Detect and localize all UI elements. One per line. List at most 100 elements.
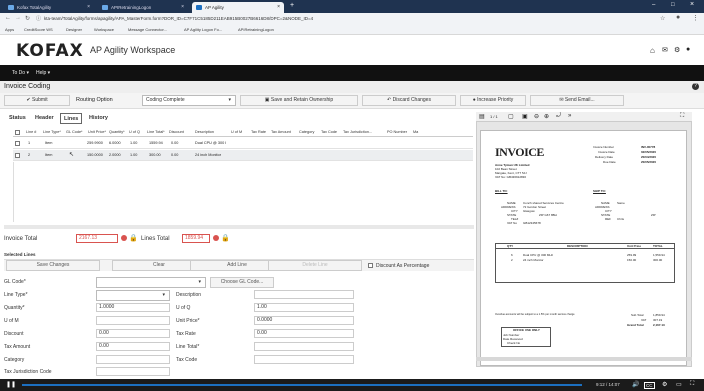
bookmark-item[interactable]: APIRetrainingLogon — [238, 27, 274, 32]
bookmark-item[interactable]: Message Connector... — [128, 27, 167, 32]
new-tab-button[interactable]: + — [290, 2, 294, 9]
description-field[interactable] — [254, 290, 354, 299]
maximize-icon[interactable]: □ — [671, 2, 675, 8]
gl-code-dropdown[interactable]: ▾ — [96, 277, 206, 288]
table-row[interactable]: 1 Item 259.9900 6.0000 1.00 1559.94 0.00… — [13, 138, 473, 149]
column-header[interactable]: Line # — [26, 130, 36, 134]
forward-icon[interactable]: → — [15, 15, 21, 21]
column-header[interactable]: U of Q — [129, 130, 140, 134]
close-icon[interactable]: × — [87, 4, 90, 10]
save-icon[interactable]: ▣ — [522, 113, 528, 120]
table-row[interactable]: 2 Item ↖ 150.0000 2.0000 1.00 300.00 0.0… — [13, 150, 473, 161]
close-icon[interactable]: × — [277, 4, 280, 10]
bookmark-item[interactable]: Designer — [66, 27, 82, 32]
select-all-checkbox[interactable] — [15, 130, 20, 135]
back-icon[interactable]: ← — [5, 15, 11, 21]
increase-priority-button[interactable]: ● Increase Priority — [460, 95, 526, 106]
browser-tab[interactable]: APIRetrainingLogon × — [98, 2, 188, 13]
horizontal-scrollbar[interactable] — [4, 225, 474, 229]
lock-icon: 🔒 — [129, 235, 138, 242]
inbox-icon[interactable]: ✉ — [662, 46, 668, 54]
menu-help[interactable]: Help ▾ — [36, 70, 50, 76]
column-header[interactable]: GL Code* — [66, 130, 83, 134]
choose-gl-code-button[interactable]: Choose GL Code... — [210, 277, 274, 288]
tab-status[interactable]: Status — [6, 113, 29, 124]
line-total-field[interactable] — [254, 342, 354, 351]
home-icon[interactable]: ⌂ — [650, 46, 655, 55]
column-header[interactable]: U of M — [231, 130, 242, 134]
tax-jurisdiction-field[interactable] — [96, 367, 170, 376]
star-icon[interactable]: ☆ — [660, 15, 665, 22]
fit-page-icon[interactable]: ▢ — [508, 113, 514, 120]
pause-icon[interactable]: ❚❚ — [6, 381, 16, 388]
unit-price-field[interactable]: 0.0000 — [254, 316, 354, 325]
row-checkbox[interactable] — [15, 141, 20, 146]
browser-tab[interactable]: Kofax TotalAgility × — [4, 2, 94, 13]
column-header[interactable]: Line Total* — [147, 130, 165, 134]
column-header[interactable]: Ma — [413, 130, 418, 134]
bookmark-apps[interactable]: Apps — [5, 27, 14, 32]
captions-button[interactable]: CC — [644, 382, 655, 389]
uofq-field[interactable]: 1.00 — [254, 303, 354, 312]
rotate-icon[interactable]: ⤾ — [556, 113, 561, 120]
discount-percentage-checkbox[interactable] — [368, 263, 373, 268]
column-header[interactable]: Discount — [169, 130, 184, 134]
submit-button[interactable]: ✔ Submit — [4, 95, 70, 106]
bookmark-item[interactable]: CreditScore WS — [24, 27, 53, 32]
uofm-field[interactable] — [96, 316, 170, 325]
discard-changes-button[interactable]: ↶ Discard Changes — [362, 95, 456, 106]
volume-icon[interactable]: 🔊 — [632, 381, 639, 388]
expand-icon[interactable]: ⛶ — [680, 113, 684, 120]
column-header[interactable]: Tax Rate — [251, 130, 266, 134]
discount-field[interactable]: 0.00 — [96, 329, 170, 338]
routing-option-dropdown[interactable]: Coding Complete ▾ — [142, 95, 236, 106]
invoice-total-field[interactable]: 2167.13 — [76, 234, 118, 243]
tab-lines[interactable]: Lines — [60, 113, 83, 124]
column-header[interactable]: Category — [299, 130, 314, 134]
viewer-scrollbar[interactable] — [476, 357, 692, 361]
lines-total-field[interactable]: 1859.94 — [182, 234, 210, 243]
column-header[interactable]: Tax Amount — [271, 130, 291, 134]
reload-icon[interactable]: ↻ — [25, 15, 30, 22]
row-checkbox[interactable] — [15, 153, 20, 158]
user-icon[interactable]: ● — [686, 46, 690, 53]
url-field[interactable]: kta-team/TotalAgility/forms/apagility/AP… — [44, 16, 313, 21]
zoom-in-icon[interactable]: ⊕ — [544, 113, 549, 120]
tax-rate-field[interactable]: 0.00 — [254, 329, 354, 338]
minimize-icon[interactable]: – — [652, 2, 655, 8]
fullscreen-icon[interactable]: ⛶ — [690, 381, 694, 388]
category-field[interactable] — [96, 355, 170, 364]
thumbnails-icon[interactable]: ▤ — [479, 113, 485, 120]
tax-code-field[interactable] — [254, 355, 354, 364]
close-window-icon[interactable]: × — [690, 1, 694, 8]
browser-tab-active[interactable]: AP Agility × — [192, 2, 284, 13]
column-header[interactable]: Line Type* — [43, 130, 61, 134]
bookmark-item[interactable]: Workspace — [94, 27, 114, 32]
bookmark-item[interactable]: AP Agility Logon Fo... — [184, 27, 222, 32]
tab-header[interactable]: Header — [32, 113, 57, 124]
menu-todo[interactable]: To Do ▾ — [12, 70, 29, 76]
tax-amount-field[interactable]: 0.00 — [96, 342, 170, 351]
settings-icon[interactable]: ⚙ — [662, 381, 667, 388]
column-header[interactable]: Unit Price* — [88, 130, 106, 134]
quantity-field[interactable]: 1.0000 — [96, 303, 170, 312]
save-changes-button[interactable]: Save Changes — [6, 260, 100, 271]
line-type-dropdown[interactable]: ▾ — [96, 290, 170, 301]
send-email-button[interactable]: ✉ Send Email... — [530, 95, 624, 106]
zoom-out-icon[interactable]: ⊖ — [534, 113, 539, 120]
column-header[interactable]: Tax Jurisdiction... — [343, 130, 372, 134]
delete-line-button[interactable]: Delete Line — [268, 260, 362, 271]
column-header[interactable]: Tax Code — [321, 130, 337, 134]
save-retain-button[interactable]: ▣ Save and Retain Ownership — [240, 95, 358, 106]
profile-icon[interactable]: ● — [676, 14, 680, 21]
browser-menu-icon[interactable]: ⋮ — [692, 14, 699, 22]
pip-icon[interactable]: ▭ — [676, 381, 682, 388]
more-icon[interactable]: » — [568, 113, 571, 119]
settings-icon[interactable]: ⚙ — [674, 46, 680, 54]
close-icon[interactable]: × — [181, 4, 184, 10]
tab-history[interactable]: History — [86, 113, 111, 124]
help-icon[interactable]: ? — [692, 83, 699, 90]
column-header[interactable]: PO Number — [387, 130, 407, 134]
column-header[interactable]: Quantity* — [109, 130, 125, 134]
column-header[interactable]: Description — [195, 130, 214, 134]
